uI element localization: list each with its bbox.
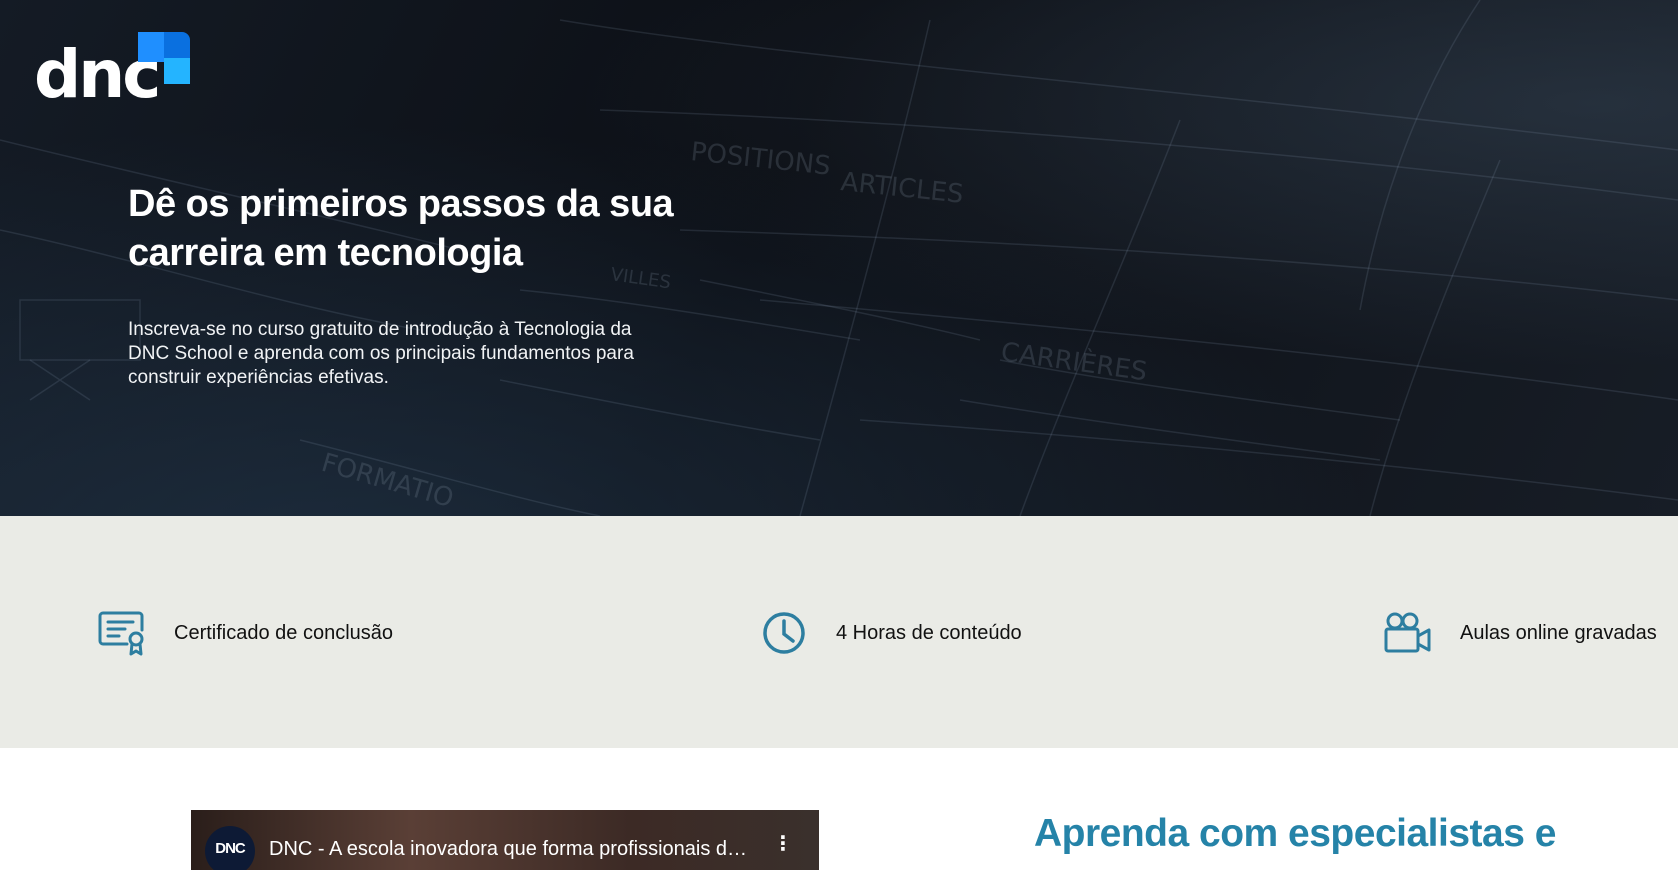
certificate-icon	[96, 609, 148, 657]
feature-recorded-classes: Aulas online gravadas	[1382, 608, 1657, 658]
feature-label: 4 Horas de conteúdo	[836, 621, 1022, 644]
content-section: DNC DNC - A escola inovadora que forma p…	[0, 748, 1678, 870]
dnc-logo[interactable]: dnc	[34, 32, 194, 112]
hero-description: Inscreva-se no curso gratuito de introdu…	[128, 319, 634, 388]
section-title: Aprenda com especialistas e	[1034, 812, 1556, 855]
svg-text:FORMATIO: FORMATIO	[318, 448, 457, 514]
video-player[interactable]: DNC DNC - A escola inovadora que forma p…	[191, 810, 819, 870]
more-vertical-icon[interactable]: ⋮	[773, 834, 793, 854]
feature-label: Aulas online gravadas	[1460, 621, 1657, 644]
feature-duration: 4 Horas de conteúdo	[758, 608, 1022, 658]
hero-banner: POSITIONS ARTICLES CARRIÈRES VILLES FORM…	[0, 0, 1678, 516]
feature-label: Certificado de conclusão	[174, 621, 394, 644]
clock-icon	[758, 609, 810, 657]
svg-text:ARTICLES: ARTICLES	[839, 167, 965, 210]
channel-avatar[interactable]: DNC	[205, 826, 255, 870]
video-camera-icon	[1382, 609, 1434, 657]
features-band: Certificado de conclusão 4 Horas de cont…	[0, 516, 1678, 748]
svg-text:POSITIONS: POSITIONS	[689, 137, 832, 182]
logo-square-icon	[164, 58, 190, 84]
hero-title: Dê os primeiros passos da sua carreira e…	[128, 183, 674, 274]
feature-certificate: Certificado de conclusão	[96, 608, 393, 658]
